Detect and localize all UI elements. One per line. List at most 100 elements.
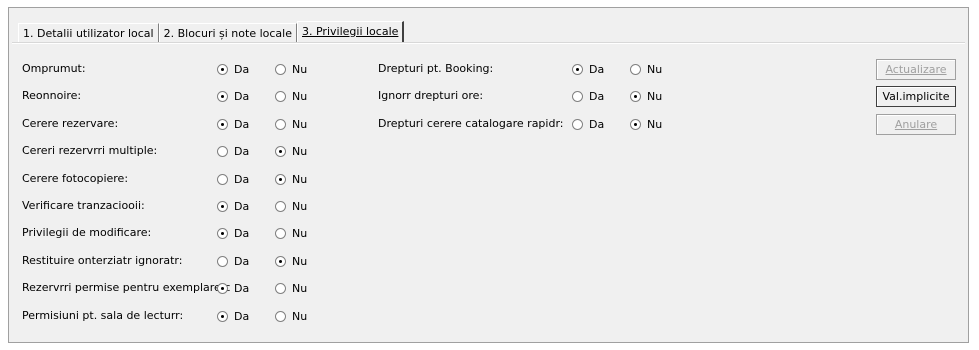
update-button[interactable]: Actualizare bbox=[876, 59, 956, 80]
radio-da[interactable]: Da bbox=[572, 118, 604, 131]
radio-label: Da bbox=[234, 200, 250, 213]
radio-nu[interactable]: Nu bbox=[275, 145, 307, 158]
radio-button-icon[interactable] bbox=[275, 118, 286, 130]
radio-nu[interactable]: Nu bbox=[275, 173, 307, 186]
radio-da[interactable]: Da bbox=[217, 200, 249, 213]
radio-label: Da bbox=[234, 117, 250, 131]
privilege-label: Permisiuni pt. sala de lecturr: bbox=[22, 308, 184, 322]
radio-nu[interactable]: Nu bbox=[275, 255, 307, 268]
privilege-label: Cereri rezervrri multiple: bbox=[22, 144, 158, 158]
tab-label: 2. Blocuri și note locale bbox=[163, 27, 292, 40]
radio-button-icon[interactable] bbox=[275, 310, 286, 322]
radio-label: Da bbox=[234, 90, 250, 104]
radio-label: Nu bbox=[292, 63, 308, 76]
radio-da[interactable]: Da bbox=[217, 90, 249, 103]
radio-button-icon[interactable] bbox=[217, 283, 228, 295]
tab-bar: 1. Detalii utilizator local 2. Blocuri ș… bbox=[18, 21, 405, 43]
radio-label: Da bbox=[589, 90, 605, 104]
radio-da[interactable]: Da bbox=[572, 90, 604, 103]
radio-button-icon[interactable] bbox=[217, 118, 228, 130]
radio-label: Nu bbox=[292, 227, 308, 241]
radio-nu[interactable]: Nu bbox=[275, 90, 307, 103]
tab-label: 3. Privilegii locale bbox=[302, 25, 399, 38]
radio-da[interactable]: Da bbox=[217, 282, 249, 295]
radio-da[interactable]: Da bbox=[217, 63, 249, 76]
radio-da[interactable]: Da bbox=[217, 173, 249, 186]
radio-button-icon[interactable] bbox=[217, 64, 228, 75]
radio-nu[interactable]: Nu bbox=[275, 200, 307, 213]
tab-local-user-details[interactable]: 1. Detalii utilizator local bbox=[18, 23, 159, 43]
radio-button-icon[interactable] bbox=[275, 64, 286, 75]
privilege-label: Drepturi cerere catalogare rapidr: bbox=[378, 116, 564, 130]
radio-da[interactable]: Da bbox=[217, 227, 249, 240]
update-button-label: Actualizare bbox=[885, 63, 947, 76]
radio-nu[interactable]: Nu bbox=[630, 90, 662, 103]
privilege-label: Omprumut: bbox=[22, 62, 86, 75]
privilege-label: Cerere fotocopiere: bbox=[22, 171, 129, 185]
radio-da[interactable]: Da bbox=[217, 310, 249, 323]
privilege-label: Verificare tranzaciooii: bbox=[22, 199, 145, 212]
tab-local-privileges[interactable]: 3. Privilegii locale bbox=[297, 21, 405, 43]
radio-da[interactable]: Da bbox=[572, 63, 604, 76]
radio-button-icon[interactable] bbox=[275, 228, 286, 240]
radio-button-icon[interactable] bbox=[217, 228, 228, 240]
radio-label: Nu bbox=[292, 254, 308, 268]
radio-button-icon[interactable] bbox=[275, 91, 286, 103]
defaults-button-label: Val.implicite bbox=[882, 90, 950, 103]
radio-button-icon[interactable] bbox=[217, 173, 228, 185]
radio-label: Da bbox=[234, 63, 250, 76]
radio-nu[interactable]: Nu bbox=[275, 227, 307, 240]
radio-label: Nu bbox=[292, 200, 308, 213]
tab-label: 1. Detalii utilizator local bbox=[23, 27, 154, 40]
cancel-button[interactable]: Anulare bbox=[876, 114, 956, 135]
tab-panel-divider bbox=[12, 42, 965, 44]
cancel-button-label: Anulare bbox=[894, 118, 938, 131]
tab-local-blocks-notes[interactable]: 2. Blocuri și note locale bbox=[158, 23, 297, 43]
radio-button-icon[interactable] bbox=[572, 91, 583, 103]
radio-da[interactable]: Da bbox=[217, 255, 249, 268]
radio-button-icon[interactable] bbox=[275, 201, 286, 212]
privilege-label: Reonnoire: bbox=[22, 89, 82, 103]
radio-button-icon[interactable] bbox=[275, 255, 286, 267]
radio-label: Nu bbox=[647, 63, 663, 76]
radio-button-icon[interactable] bbox=[217, 146, 228, 158]
privilege-label: Drepturi pt. Booking: bbox=[378, 62, 494, 75]
radio-label: Nu bbox=[292, 172, 308, 186]
radio-label: Da bbox=[234, 172, 250, 186]
radio-label: Nu bbox=[292, 90, 308, 104]
radio-button-icon[interactable] bbox=[275, 283, 286, 295]
radio-button-icon[interactable] bbox=[217, 201, 228, 212]
radio-label: Nu bbox=[292, 309, 308, 323]
radio-nu[interactable]: Nu bbox=[630, 63, 662, 76]
radio-da[interactable]: Da bbox=[217, 145, 249, 158]
radio-button-icon[interactable] bbox=[217, 91, 228, 103]
radio-button-icon[interactable] bbox=[630, 91, 641, 103]
radio-nu[interactable]: Nu bbox=[275, 282, 307, 295]
radio-button-icon[interactable] bbox=[275, 146, 286, 158]
radio-label: Da bbox=[234, 282, 250, 296]
radio-label: Nu bbox=[647, 90, 663, 104]
radio-label: Nu bbox=[292, 117, 308, 131]
radio-label: Da bbox=[234, 254, 250, 268]
radio-button-icon[interactable] bbox=[217, 255, 228, 267]
radio-button-icon[interactable] bbox=[275, 173, 286, 185]
privilege-label: Privilegii de modificare: bbox=[22, 226, 152, 240]
defaults-button[interactable]: Val.implicite bbox=[876, 86, 956, 107]
radio-button-icon[interactable] bbox=[630, 64, 641, 75]
radio-button-icon[interactable] bbox=[572, 118, 583, 130]
radio-label: Nu bbox=[292, 145, 308, 159]
radio-label: Da bbox=[234, 227, 250, 241]
radio-label: Da bbox=[234, 145, 250, 159]
radio-nu[interactable]: Nu bbox=[275, 118, 307, 131]
radio-nu[interactable]: Nu bbox=[630, 118, 662, 131]
radio-button-icon[interactable] bbox=[630, 118, 641, 130]
radio-button-icon[interactable] bbox=[217, 310, 228, 322]
radio-da[interactable]: Da bbox=[217, 118, 249, 131]
radio-button-icon[interactable] bbox=[572, 64, 583, 75]
privilege-label: Cerere rezervare: bbox=[22, 116, 119, 130]
radio-nu[interactable]: Nu bbox=[275, 63, 307, 76]
radio-nu[interactable]: Nu bbox=[275, 310, 307, 323]
radio-label: Da bbox=[589, 117, 605, 131]
privilege-label: Rezervrri permise pentru exemplare c bbox=[22, 281, 231, 295]
radio-label: Da bbox=[234, 309, 250, 323]
